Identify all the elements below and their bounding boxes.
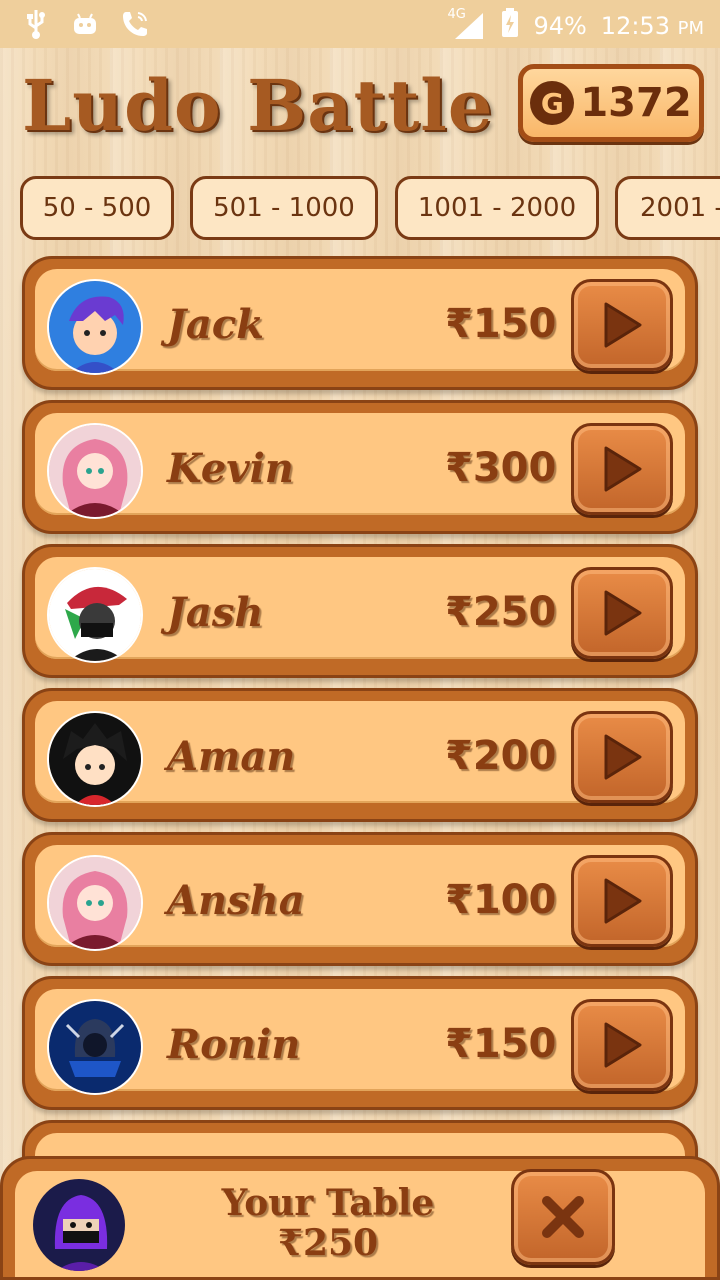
play-button[interactable]	[571, 999, 673, 1091]
battery-icon	[501, 8, 519, 44]
your-table-bar: Your Table ₹250	[0, 1156, 720, 1280]
player-name: Jack	[167, 301, 264, 348]
close-table-button[interactable]	[511, 1169, 615, 1265]
tab-50-500[interactable]: 50 - 500	[20, 176, 174, 240]
player-row: Jack ₹150	[22, 256, 698, 390]
play-button[interactable]	[571, 711, 673, 803]
play-button[interactable]	[571, 423, 673, 515]
tab-2001-plus[interactable]: 2001 -	[615, 176, 720, 240]
play-icon	[604, 590, 642, 636]
player-amount: ₹150	[445, 301, 557, 347]
your-table-label: Your Table	[221, 1182, 435, 1224]
network-type: 4G	[447, 7, 466, 22]
player-amount: ₹250	[445, 589, 557, 635]
play-button[interactable]	[571, 567, 673, 659]
player-row: Ronin ₹150	[22, 976, 698, 1110]
usb-icon	[22, 8, 50, 44]
avatar-anime-girl-pink-hair-icon	[47, 855, 143, 951]
player-row: Kevin ₹300	[22, 400, 698, 534]
clock-time: 12:53	[600, 12, 670, 40]
player-amount: ₹150	[445, 1021, 557, 1067]
player-name: Ansha	[167, 877, 305, 924]
player-amount: ₹200	[445, 733, 557, 779]
player-name: Aman	[167, 733, 296, 780]
player-row: Ansha ₹100	[22, 832, 698, 966]
your-table-info: Your Table ₹250	[203, 1183, 453, 1263]
avatar-chibi-boy-black-hair-icon	[47, 711, 143, 807]
battery-percent: 94%	[533, 12, 587, 40]
avatar-masked-boy-cap-icon	[47, 567, 143, 663]
play-icon	[604, 1022, 642, 1068]
player-row: Aman ₹200	[22, 688, 698, 822]
signal-icon: 4G	[447, 7, 487, 41]
clock-ampm: PM	[677, 18, 704, 39]
tab-501-1000[interactable]: 501 - 1000	[190, 176, 378, 240]
android-icon	[72, 10, 98, 42]
page-title: Ludo Battle	[22, 64, 494, 147]
range-tabs: 50 - 500 501 - 1000 1001 - 2000 2001 -	[20, 176, 720, 240]
play-button[interactable]	[571, 279, 673, 371]
play-icon	[604, 302, 642, 348]
player-amount: ₹300	[445, 445, 557, 491]
player-amount: ₹100	[445, 877, 557, 923]
tab-1001-2000[interactable]: 1001 - 2000	[395, 176, 599, 240]
player-name: Kevin	[167, 445, 294, 492]
play-icon	[604, 878, 642, 924]
your-table-amount: ₹250	[277, 1222, 379, 1264]
avatar-purple-ninja-icon	[33, 1179, 125, 1271]
play-icon	[604, 734, 642, 780]
clock: 12:53 PM	[601, 12, 704, 40]
phone-call-icon	[120, 9, 150, 43]
status-bar: 4G 94% 12:53 PM	[0, 0, 720, 48]
coin-value: 1372	[580, 80, 692, 126]
coin-icon: G	[530, 81, 575, 125]
avatar-hooded-gamer-logo-icon	[47, 999, 143, 1095]
player-name: Ronin	[167, 1021, 301, 1068]
coin-balance[interactable]: G 1372	[518, 64, 704, 142]
close-icon	[542, 1196, 584, 1238]
player-name: Jash	[167, 589, 264, 636]
play-icon	[604, 446, 642, 492]
avatar-anime-girl-pink-hair-icon	[47, 423, 143, 519]
player-row: Jash ₹250	[22, 544, 698, 678]
avatar-boy-purple-hair-icon	[47, 279, 143, 375]
play-button[interactable]	[571, 855, 673, 947]
